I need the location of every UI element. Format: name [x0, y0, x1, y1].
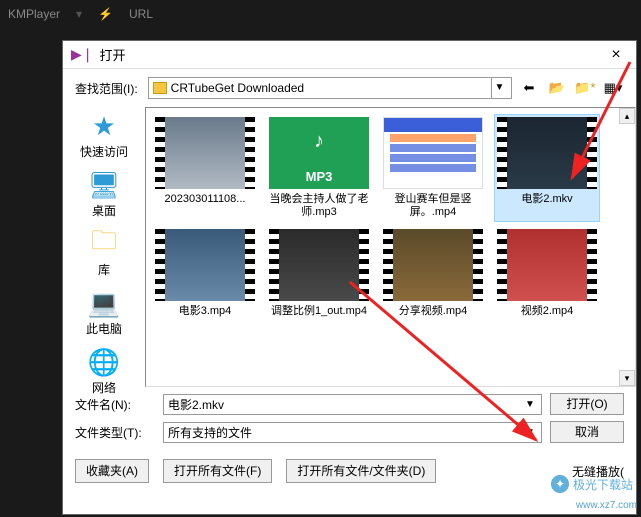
annotation-arrow-1	[0, 0, 641, 517]
watermark-text: 极光下载站	[573, 476, 633, 493]
watermark: ✦ 极光下载站	[551, 475, 633, 493]
aurora-icon: ✦	[551, 475, 569, 493]
watermark-url: www.xz7.com	[576, 500, 637, 511]
